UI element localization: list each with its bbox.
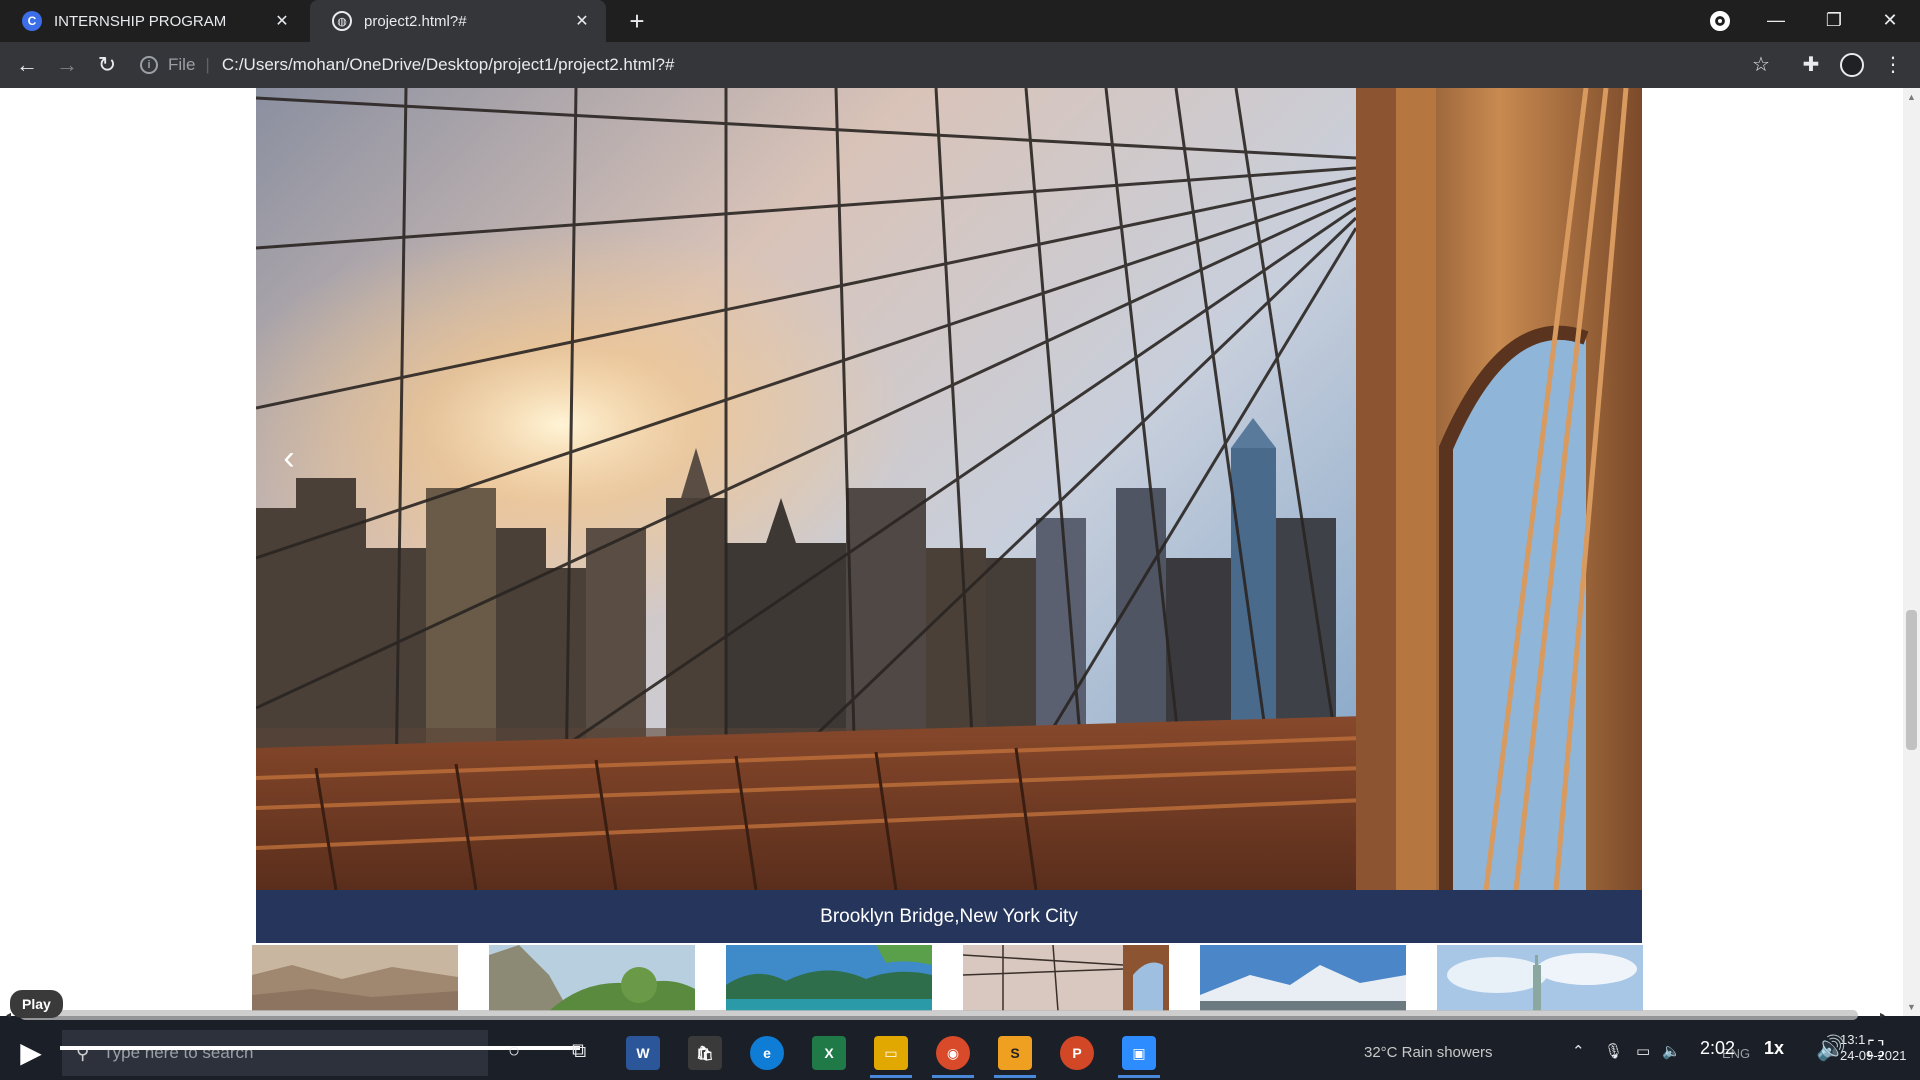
globe-icon: ◍ xyxy=(332,11,352,31)
browser-tab-bar: C INTERNSHIP PROGRAM ✕ ◍ project2.html?#… xyxy=(0,0,1920,42)
microphone-icon[interactable]: 🎙 xyxy=(1604,1042,1623,1060)
page-scrollbar[interactable]: ▲ ▼ xyxy=(1903,88,1920,1016)
minimize-button[interactable]: — xyxy=(1748,0,1804,42)
green-valley-thumb[interactable] xyxy=(489,945,695,1011)
play-tooltip: Play xyxy=(10,990,63,1018)
new-tab-button[interactable]: + xyxy=(622,6,652,36)
excel-icon[interactable]: X xyxy=(812,1036,846,1070)
edge-icon[interactable]: e xyxy=(750,1036,784,1070)
chrome-icon[interactable]: ◉ xyxy=(932,1036,974,1078)
play-icon[interactable]: ▶ xyxy=(14,1036,48,1070)
address-bar[interactable]: i File | C:/Users/mohan/OneDrive/Desktop… xyxy=(140,48,1740,82)
brooklyn-bridge-thumb[interactable] xyxy=(963,945,1169,1011)
sublime-text-icon[interactable]: S xyxy=(994,1036,1036,1078)
tab-project2[interactable]: ◍ project2.html?# ✕ xyxy=(310,0,606,42)
record-icon[interactable] xyxy=(1710,11,1730,31)
playback-speed-button[interactable]: 1x xyxy=(1764,1038,1784,1059)
rocky-canyon-thumb[interactable] xyxy=(252,945,458,1011)
snowy-mountains-thumb[interactable] xyxy=(1200,945,1406,1011)
info-icon[interactable]: i xyxy=(140,56,158,74)
scrollbar-thumb[interactable] xyxy=(1906,610,1917,750)
volume-icon[interactable]: 🔊 xyxy=(1816,1034,1846,1063)
statue-of-liberty-thumb[interactable] xyxy=(1437,945,1643,1011)
tab-title: INTERNSHIP PROGRAM xyxy=(54,12,227,30)
tropical-islands-thumb[interactable] xyxy=(726,945,932,1011)
close-icon[interactable]: ✕ xyxy=(268,11,296,31)
carousel-caption: Brooklyn Bridge,New York City xyxy=(256,890,1642,943)
image-carousel: ‹ Brooklyn Bridge,New York City xyxy=(256,88,1642,943)
powerpoint-icon[interactable]: P xyxy=(1060,1036,1094,1070)
tab-title: project2.html?# xyxy=(364,12,467,30)
store-icon[interactable]: 🛍 xyxy=(688,1036,722,1070)
close-window-button[interactable]: ✕ xyxy=(1862,0,1918,42)
forward-arrow-icon[interactable]: → xyxy=(52,50,82,80)
word-icon[interactable]: W xyxy=(626,1036,660,1070)
address-scheme: File xyxy=(168,55,196,74)
bookmark-star-icon[interactable]: ☆ xyxy=(1748,52,1774,78)
file-explorer-icon[interactable]: ▭ xyxy=(870,1036,912,1078)
zoom-icon[interactable]: ▣ xyxy=(1118,1036,1160,1078)
scroll-up-icon[interactable]: ▲ xyxy=(1903,92,1920,102)
browser-toolbar: ← → ↻ i File | C:/Users/mohan/OneDrive/D… xyxy=(0,42,1920,88)
address-url[interactable]: C:/Users/mohan/OneDrive/Desktop/project1… xyxy=(222,55,675,75)
extensions-puzzle-icon[interactable]: ✚ xyxy=(1798,52,1824,78)
page-viewport: ‹ Brooklyn Bridge,New York City ▲ ▼ xyxy=(0,88,1920,1016)
carousel-slide-image xyxy=(256,88,1642,890)
scroll-down-icon[interactable]: ▼ xyxy=(1903,1002,1920,1012)
caption-text: Brooklyn Bridge,New York City xyxy=(820,905,1078,927)
c-logo-icon: C xyxy=(22,11,42,31)
reload-icon[interactable]: ↻ xyxy=(92,50,122,80)
video-time: 2:02 xyxy=(1700,1038,1736,1058)
tray-chevron-icon[interactable]: ⌃ xyxy=(1572,1042,1585,1060)
speaker-icon[interactable]: 🔈 xyxy=(1662,1042,1681,1060)
menu-dots-icon[interactable]: ⋮ xyxy=(1880,52,1906,78)
back-arrow-icon[interactable]: ← xyxy=(12,50,42,80)
address-separator: | xyxy=(205,55,210,74)
video-volume-line[interactable] xyxy=(60,1046,580,1050)
network-icon[interactable]: ▭ xyxy=(1636,1042,1650,1060)
close-icon[interactable]: ✕ xyxy=(568,11,596,31)
fullscreen-icon[interactable]: ⛶ xyxy=(1868,1036,1883,1062)
weather-text[interactable]: 32°C Rain showers xyxy=(1364,1044,1493,1061)
cortana-icon[interactable]: ○ xyxy=(508,1040,520,1063)
video-progress-bar[interactable] xyxy=(20,1010,1858,1020)
progress-end-icon: ▸ xyxy=(1880,1010,1886,1021)
progress-start-icon: ◂ xyxy=(6,1010,12,1021)
tab-internship-program[interactable]: C INTERNSHIP PROGRAM ✕ xyxy=(0,0,306,42)
restore-button[interactable]: ❐ xyxy=(1806,0,1862,42)
thumbnail-strip xyxy=(252,945,1646,1013)
carousel-prev-button[interactable]: ‹ xyxy=(274,438,304,478)
taskbar-search[interactable]: ⚲ Type here to search xyxy=(62,1030,488,1076)
task-view-icon[interactable]: ⧉ xyxy=(572,1040,586,1063)
profile-avatar[interactable] xyxy=(1840,53,1864,77)
